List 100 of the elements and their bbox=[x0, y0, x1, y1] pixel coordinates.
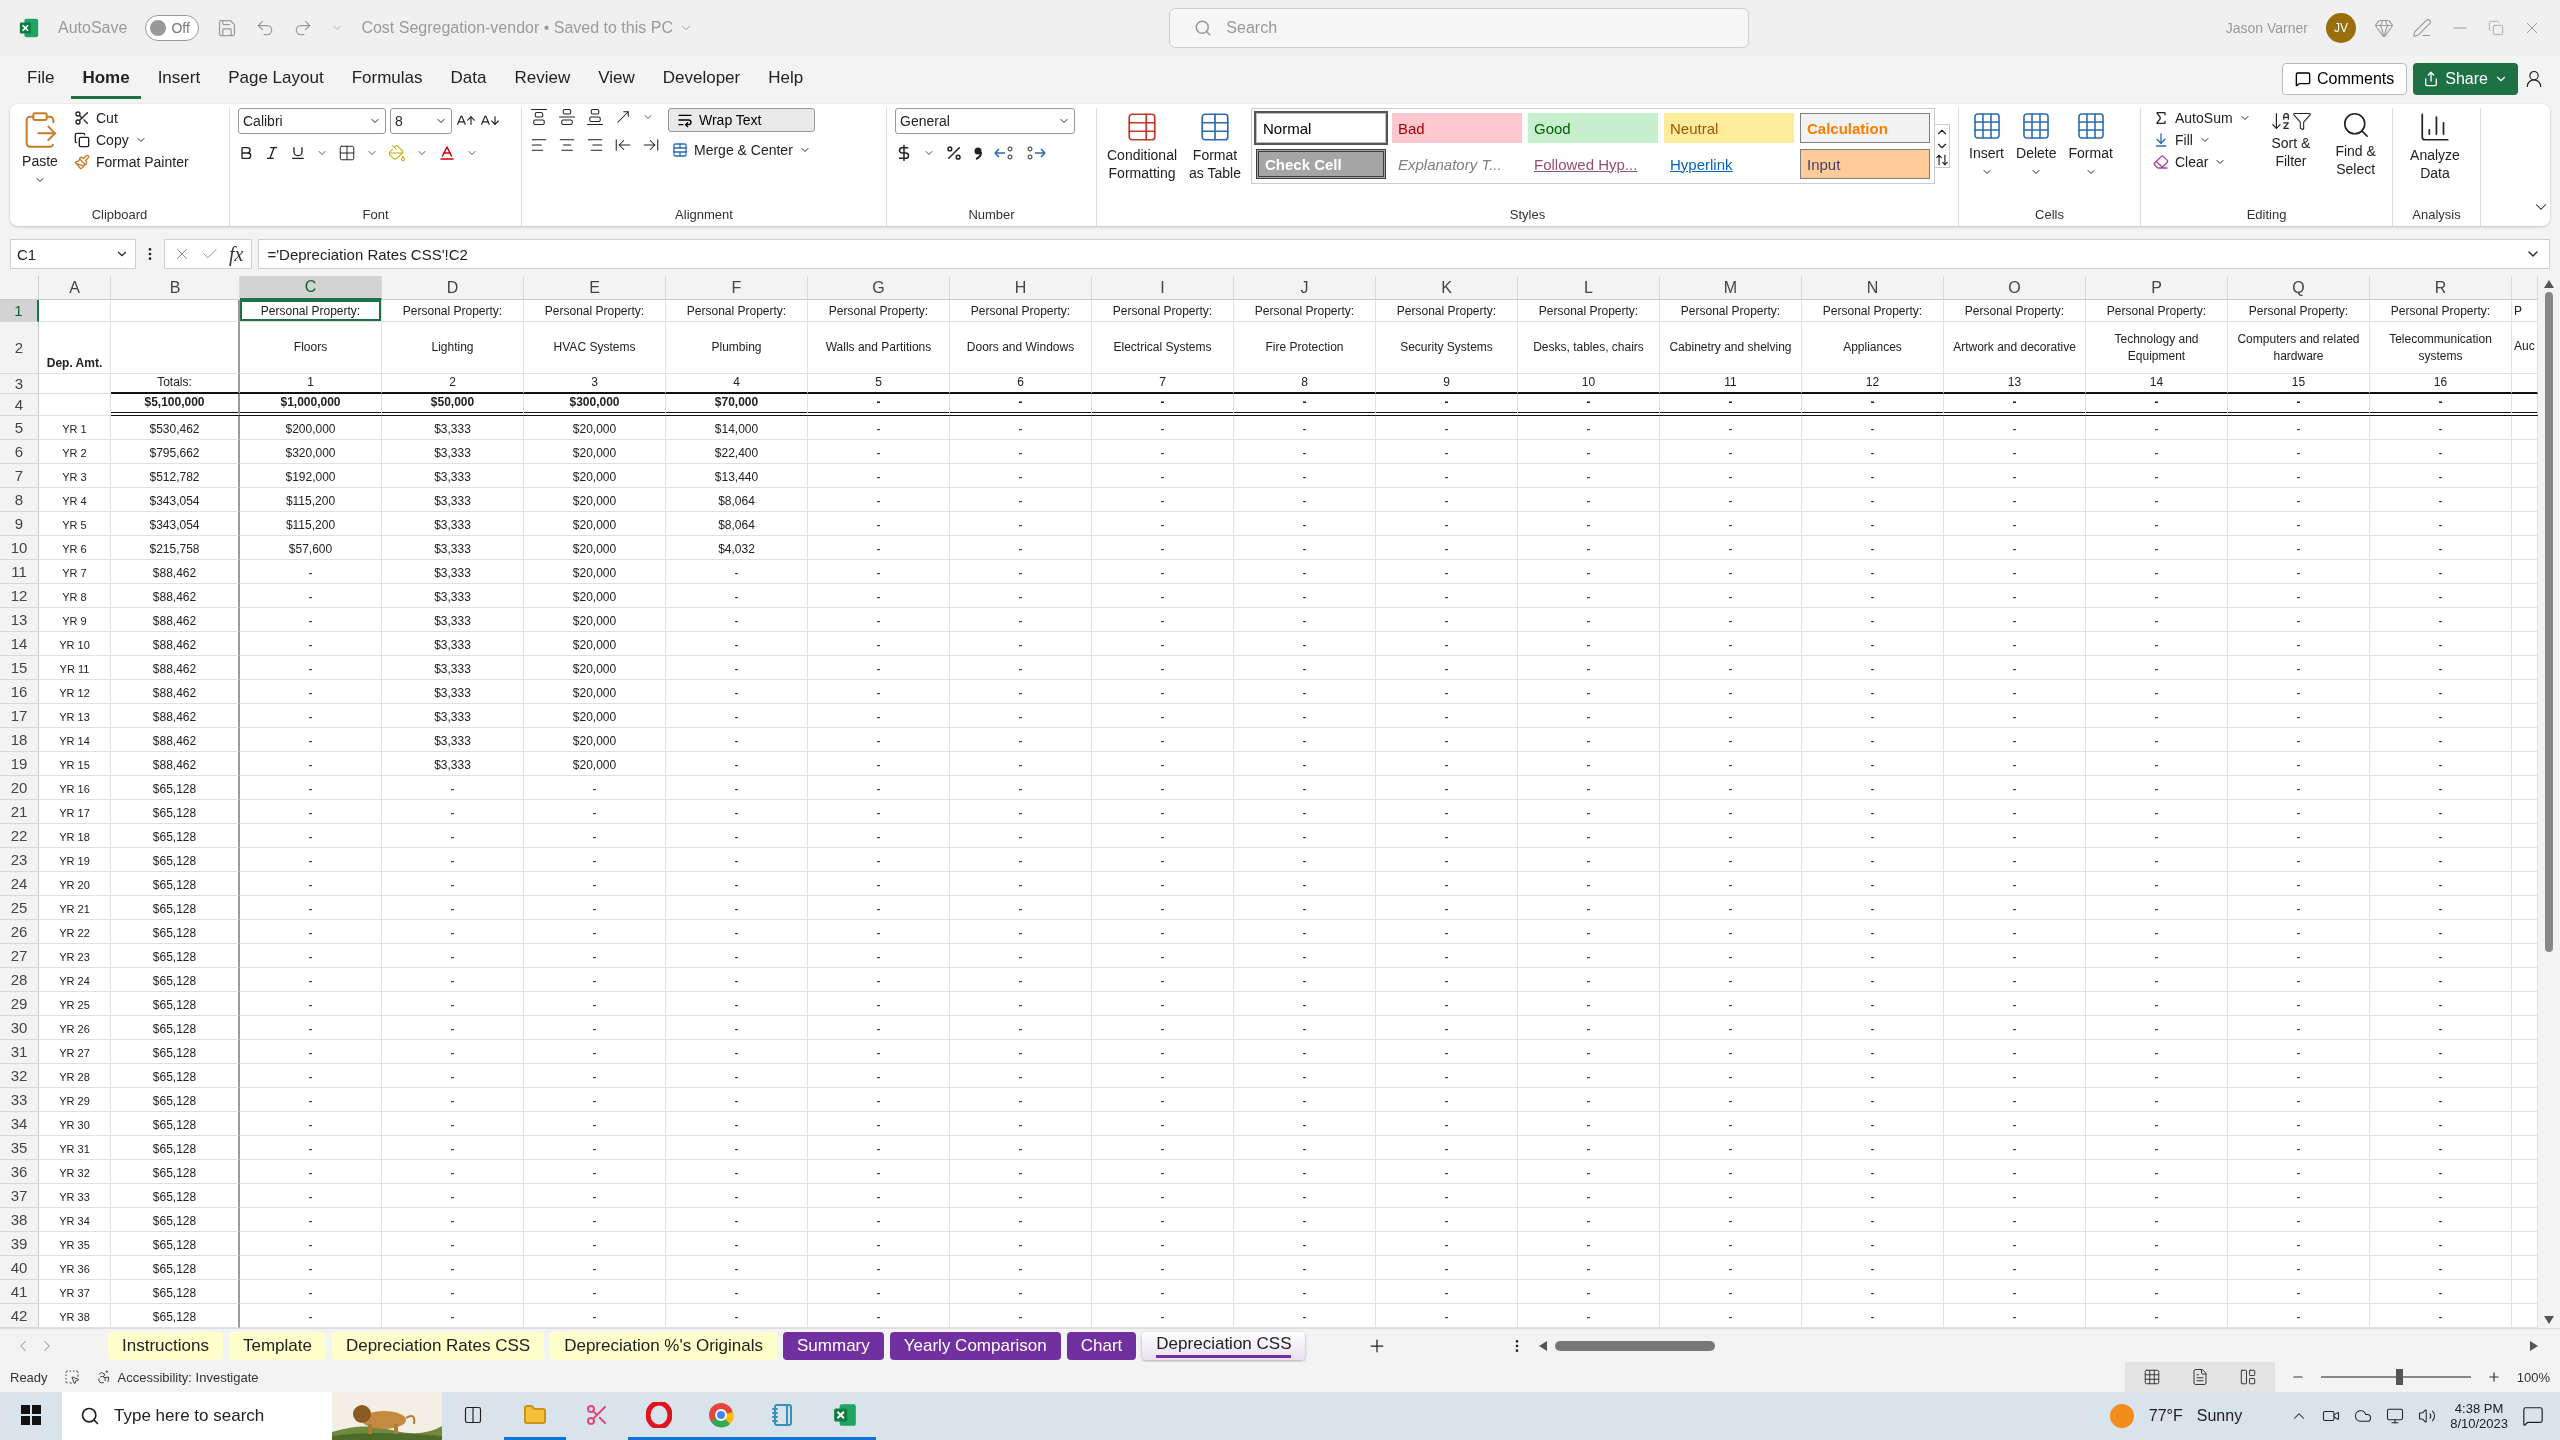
row-header[interactable]: 6 bbox=[0, 440, 39, 464]
column-header[interactable]: I bbox=[1092, 276, 1234, 300]
column-header[interactable]: O bbox=[1944, 276, 2086, 300]
row-header[interactable]: 30 bbox=[0, 1016, 39, 1040]
row-header[interactable]: 16 bbox=[0, 680, 39, 704]
clock-date[interactable]: 8/10/2023 bbox=[2450, 1416, 2508, 1431]
row-header[interactable]: 35 bbox=[0, 1136, 39, 1160]
column-header[interactable]: B bbox=[111, 276, 240, 300]
ring-app-icon[interactable] bbox=[646, 1401, 672, 1428]
scroll-down-icon[interactable] bbox=[2544, 1316, 2554, 1324]
cell-style[interactable]: Bad bbox=[1392, 113, 1522, 143]
column-header[interactable]: M bbox=[1660, 276, 1802, 300]
row-header[interactable]: 5 bbox=[0, 416, 39, 440]
increase-indent-icon[interactable] bbox=[642, 136, 660, 154]
sheet-tab[interactable]: Depreciation CSS bbox=[1142, 1331, 1306, 1360]
row-header[interactable]: 24 bbox=[0, 872, 39, 896]
menu-tab[interactable]: Review bbox=[503, 59, 582, 99]
cell-style[interactable]: Good bbox=[1528, 113, 1658, 143]
column-header[interactable]: A bbox=[39, 276, 111, 300]
underline-icon[interactable] bbox=[290, 145, 306, 161]
row-header[interactable]: 4 bbox=[0, 394, 39, 416]
decrease-indent-icon[interactable] bbox=[614, 136, 632, 154]
row-header[interactable]: 10 bbox=[0, 536, 39, 560]
clear-button[interactable]: Clear bbox=[2149, 152, 2255, 172]
user-avatar[interactable]: JV bbox=[2326, 13, 2356, 43]
menu-tab[interactable]: Page Layout bbox=[217, 59, 335, 99]
notification-icon[interactable] bbox=[2522, 1405, 2544, 1427]
align-bottom-icon[interactable] bbox=[586, 108, 604, 126]
sheet-tab[interactable]: Template bbox=[228, 1331, 326, 1360]
orientation-icon[interactable] bbox=[614, 108, 632, 126]
sheet-tab[interactable]: Chart bbox=[1066, 1331, 1137, 1360]
cells-button[interactable]: Insert bbox=[1967, 108, 2006, 180]
menu-tab[interactable]: Data bbox=[439, 59, 498, 99]
cut-button[interactable]: Cut bbox=[70, 108, 193, 128]
align-right-icon[interactable] bbox=[586, 136, 604, 154]
font-color-icon[interactable] bbox=[438, 144, 456, 162]
share-button[interactable]: Share bbox=[2413, 63, 2518, 95]
italic-icon[interactable] bbox=[264, 145, 280, 161]
cells-button[interactable]: Format bbox=[2066, 108, 2115, 180]
column-header[interactable]: P bbox=[2086, 276, 2228, 300]
menu-tab[interactable]: Insert bbox=[146, 59, 212, 99]
normal-view-icon[interactable] bbox=[2142, 1368, 2161, 1386]
row-header[interactable]: 28 bbox=[0, 968, 39, 992]
row-header[interactable]: 7 bbox=[0, 464, 39, 488]
accessibility-status[interactable]: Accessibility: Investigate bbox=[117, 1369, 259, 1385]
cell-style[interactable]: Neutral bbox=[1664, 113, 1794, 143]
row-header[interactable]: 40 bbox=[0, 1256, 39, 1280]
font-name-field[interactable]: Calibri bbox=[238, 108, 386, 134]
row-header[interactable]: 41 bbox=[0, 1280, 39, 1304]
row-header[interactable]: 27 bbox=[0, 944, 39, 968]
zoom-in-icon[interactable] bbox=[2486, 1370, 2501, 1384]
network-icon[interactable] bbox=[2386, 1407, 2405, 1425]
person-icon[interactable] bbox=[2524, 69, 2544, 89]
row-header[interactable]: 1 bbox=[0, 300, 39, 322]
increase-decimal-icon[interactable] bbox=[993, 144, 1015, 162]
autosum-button[interactable]: AutoSum bbox=[2149, 108, 2255, 128]
bold-icon[interactable] bbox=[238, 145, 254, 161]
comma-style-icon[interactable] bbox=[973, 145, 983, 161]
row-header[interactable]: 9 bbox=[0, 512, 39, 536]
column-header[interactable]: E bbox=[524, 276, 666, 300]
scroll-up-icon[interactable] bbox=[2544, 280, 2554, 288]
row-header[interactable]: 2 bbox=[0, 322, 39, 374]
font-size-field[interactable]: 8 bbox=[390, 108, 452, 134]
sheet-tab[interactable]: Depreciation %'s Originals bbox=[550, 1331, 778, 1360]
row-header[interactable]: 31 bbox=[0, 1040, 39, 1064]
column-header[interactable]: D bbox=[382, 276, 524, 300]
row-header[interactable]: 14 bbox=[0, 632, 39, 656]
column-header[interactable]: Q bbox=[2228, 276, 2370, 300]
cell-style[interactable]: Input bbox=[1800, 149, 1930, 179]
align-top-icon[interactable] bbox=[530, 108, 548, 126]
row-header[interactable]: 18 bbox=[0, 728, 39, 752]
task-view-icon[interactable] bbox=[463, 1404, 483, 1425]
cells-button[interactable]: Delete bbox=[2014, 108, 2059, 180]
row-header[interactable]: 19 bbox=[0, 752, 39, 776]
row-header[interactable]: 34 bbox=[0, 1112, 39, 1136]
number-format-field[interactable]: General bbox=[895, 108, 1075, 134]
row-header[interactable]: 13 bbox=[0, 608, 39, 632]
decrease-decimal-icon[interactable] bbox=[1025, 144, 1047, 162]
paste-button[interactable]: Paste bbox=[18, 108, 62, 188]
format-as-table-button[interactable]: Format as Table bbox=[1187, 108, 1243, 184]
column-header[interactable]: H bbox=[950, 276, 1092, 300]
menu-tab[interactable]: Home bbox=[71, 59, 141, 99]
copy-button[interactable]: Copy bbox=[70, 130, 193, 150]
sheet-tab[interactable]: Summary bbox=[783, 1331, 884, 1360]
align-center-icon[interactable] bbox=[558, 136, 576, 154]
menu-tab[interactable]: Formulas bbox=[340, 59, 434, 99]
row-header[interactable]: 38 bbox=[0, 1208, 39, 1232]
column-header[interactable]: G bbox=[808, 276, 950, 300]
notepad-icon[interactable] bbox=[771, 1402, 795, 1427]
cell-style[interactable]: Normal bbox=[1256, 113, 1386, 143]
sheet-tab[interactable]: Yearly Comparison bbox=[889, 1331, 1061, 1360]
menu-tab[interactable]: Developer bbox=[651, 59, 752, 99]
column-header[interactable]: J bbox=[1234, 276, 1376, 300]
speaker-icon[interactable] bbox=[2418, 1407, 2437, 1425]
row-header[interactable]: 23 bbox=[0, 848, 39, 872]
conditional-formatting-button[interactable]: Conditional Formatting bbox=[1105, 108, 1180, 184]
row-header[interactable]: 3 bbox=[0, 374, 39, 394]
wrap-text-button[interactable]: Wrap Text bbox=[668, 108, 815, 132]
comments-button[interactable]: Comments bbox=[2281, 63, 2408, 95]
row-header[interactable]: 33 bbox=[0, 1088, 39, 1112]
